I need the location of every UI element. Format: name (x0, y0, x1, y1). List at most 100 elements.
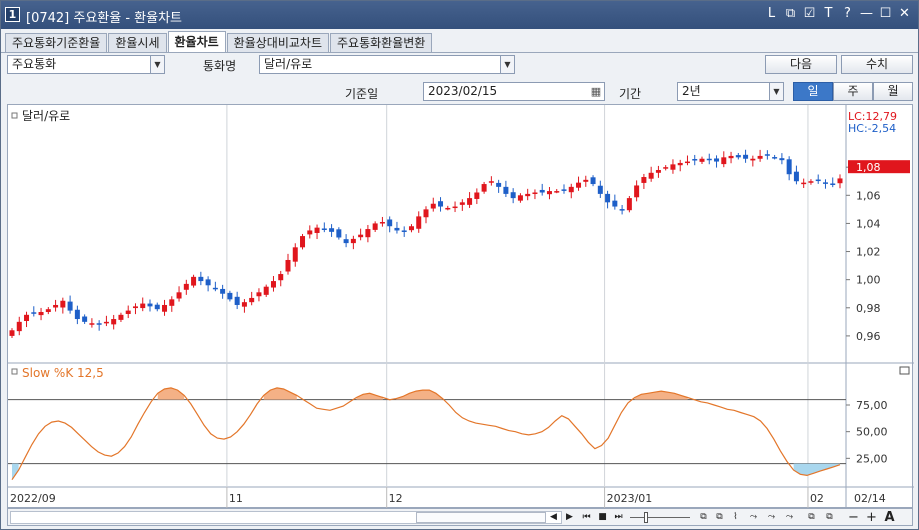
x-axis-label: 02/14 (854, 492, 886, 505)
chevron-down-icon[interactable]: ▼ (500, 56, 514, 73)
currency-select[interactable]: 달러/유로 ▼ (259, 55, 515, 74)
candle-body (474, 192, 480, 199)
trend-tool-icon[interactable]: ⤳ (746, 510, 761, 525)
candle-body (89, 323, 95, 325)
price-y-tick-label: 1,00 (856, 274, 881, 287)
candle-body (837, 178, 843, 184)
candle-body (648, 172, 654, 179)
chevron-down-icon[interactable]: ▼ (150, 56, 164, 73)
price-panel-title: 달러/유로 (22, 109, 70, 123)
candle-body (561, 189, 567, 191)
candle-body (401, 230, 407, 232)
candle-body (379, 222, 385, 224)
link-icon[interactable]: L (764, 6, 779, 22)
window-title: [0742] 주요환율 - 환율차트 (26, 11, 182, 26)
period-select[interactable]: 2년 ▼ (677, 82, 784, 101)
candle-body (9, 330, 15, 336)
candle-body (96, 323, 102, 325)
candle-body (634, 185, 640, 198)
base-date-input[interactable]: 2023/02/15 ▦ (423, 82, 605, 101)
checkbox-icon[interactable]: ☑ (802, 6, 817, 22)
minimize-icon[interactable]: — (859, 6, 874, 22)
layout-icon[interactable]: ⧉ (696, 510, 711, 525)
candle-body (481, 184, 487, 192)
chart-scrollbar[interactable] (10, 511, 562, 524)
scroll-left-icon[interactable]: ◀ (546, 510, 561, 525)
candle-body (626, 198, 632, 211)
price-y-tick-label: 1,06 (856, 189, 881, 202)
tab-exchange-chart[interactable]: 환율차트 (167, 31, 226, 52)
go-last-icon[interactable]: ⏭ (611, 510, 626, 525)
candle-body (467, 198, 473, 205)
zoom-in-icon[interactable]: + (864, 510, 879, 525)
candle-body (256, 292, 262, 297)
slow-k-line (11, 387, 841, 481)
stoch-y-tick-label: 50,00 (856, 426, 888, 439)
overbought-fill (396, 390, 443, 400)
go-first-icon[interactable]: ⏮ (579, 510, 594, 525)
font-size-icon[interactable]: A (882, 510, 897, 525)
window-number-badge[interactable]: 1 (5, 7, 20, 22)
title-bar[interactable]: 1 [0742] 주요환율 - 환율차트 L ⧉ ☑ T ? — ☐ ✕ (1, 1, 918, 29)
line-tool-icon[interactable]: ⤳ (782, 510, 797, 525)
chart-canvas[interactable]: 0,960,981,001,021,041,061,081,0825,0050,… (8, 105, 914, 509)
next-button[interactable]: 다음 (765, 55, 837, 74)
candle-body (74, 309, 80, 320)
calendar-icon[interactable]: ▦ (589, 84, 603, 99)
period-unit-day-button[interactable]: 일 (793, 82, 833, 101)
stop-icon[interactable]: ■ (595, 510, 610, 525)
candle-body (714, 158, 720, 162)
candle-body (241, 302, 247, 307)
scroll-right-icon[interactable]: ▶ (562, 510, 577, 525)
currency-label: 통화명 (203, 59, 237, 73)
period-unit-month-button[interactable]: 월 (873, 82, 913, 101)
candle-body (612, 200, 618, 207)
candle-body (721, 157, 727, 165)
currency-select-value: 달러/유로 (264, 57, 313, 71)
tab-major-currency-rates[interactable]: 주요통화기준환율 (5, 33, 108, 52)
values-button[interactable]: 수치 (841, 55, 913, 74)
stoch-panel-marker-icon[interactable] (11, 368, 18, 375)
candle-body (822, 182, 828, 184)
candle-body (329, 228, 335, 232)
chart-scrollbar-thumb[interactable] (416, 512, 546, 523)
copy-window-icon[interactable]: ⧉ (783, 6, 798, 22)
window: 1 [0742] 주요환율 - 환율차트 L ⧉ ☑ T ? — ☐ ✕ 주요통… (0, 0, 919, 530)
zoom-out-icon[interactable]: − (846, 510, 861, 525)
candle-body (801, 182, 807, 185)
tab-relative-comparison-chart[interactable]: 환율상대비교차트 (226, 33, 329, 52)
candle-body (525, 193, 531, 197)
stochastic-line (8, 387, 846, 481)
zoom-slider-handle[interactable] (644, 512, 648, 523)
candle-body (234, 296, 240, 305)
wave-tool-icon[interactable]: ⤳ (764, 510, 779, 525)
candle-body (249, 297, 255, 303)
crosshair-icon[interactable]: ⌇ (728, 510, 743, 525)
price-panel-marker-icon[interactable] (11, 112, 18, 119)
oversold-fill (793, 463, 840, 476)
candle-body (321, 228, 327, 230)
chevron-down-icon[interactable]: ▼ (769, 83, 783, 100)
candle-body (510, 192, 516, 199)
category-select[interactable]: 주요통화 ▼ (7, 55, 165, 74)
copy-chart-icon[interactable]: ⧉ (712, 510, 727, 525)
maximize-icon[interactable]: ☐ (878, 6, 893, 22)
period-unit-week-button[interactable]: 주 (833, 82, 873, 101)
candle-body (793, 171, 799, 182)
close-icon[interactable]: ✕ (897, 6, 912, 22)
candle-body (205, 279, 211, 286)
font-icon[interactable]: T (821, 6, 836, 22)
tab-exchange-quotes[interactable]: 환율시세 (108, 33, 167, 52)
zoom-slider[interactable] (630, 512, 690, 523)
print-icon[interactable]: ⧉ (822, 510, 837, 525)
image-icon[interactable]: ⧉ (804, 510, 819, 525)
tab-currency-converter[interactable]: 주요통화환율변환 (330, 33, 433, 52)
help-icon[interactable]: ? (840, 6, 855, 22)
candle-body (728, 155, 734, 159)
axis-labels: 0,960,981,001,021,041,061,081,0825,0050,… (10, 160, 910, 509)
hc-label: HC:-2,54 (848, 122, 896, 135)
chart-panel[interactable]: 0,960,981,001,021,041,061,081,0825,0050,… (7, 104, 914, 509)
candle-body (118, 314, 124, 320)
panel-collapse-icon[interactable] (899, 366, 910, 375)
title-bar-icons: L ⧉ ☑ T ? — ☐ ✕ (764, 6, 912, 22)
